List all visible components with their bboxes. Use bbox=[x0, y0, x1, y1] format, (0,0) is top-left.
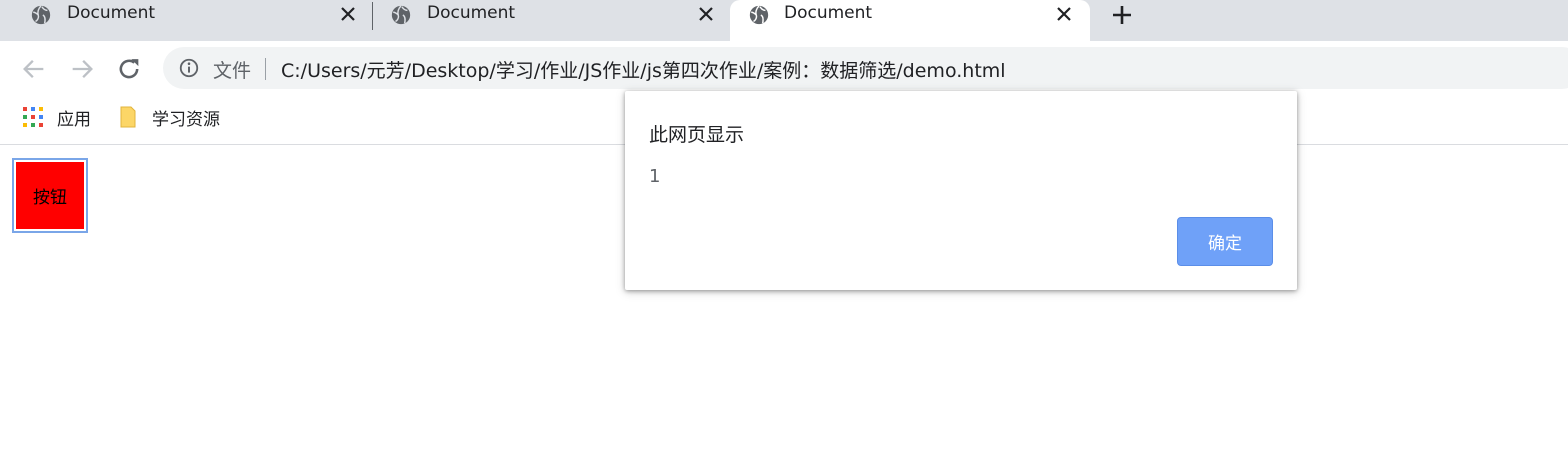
security-label: 文件 bbox=[213, 60, 252, 82]
browser-toolbar: 文件 C:/Users/元芳/Desktop/学习/作业/JS作业/js第四次作… bbox=[0, 41, 1568, 97]
url-text[interactable]: C:/Users/元芳/Desktop/学习/作业/JS作业/js第四次作业/案… bbox=[281, 56, 1006, 83]
bookmark-label: 应用 bbox=[57, 109, 91, 130]
forward-arrow-icon[interactable] bbox=[68, 55, 96, 83]
new-tab-plus-icon[interactable] bbox=[1110, 3, 1134, 27]
folder-icon bbox=[120, 106, 136, 128]
bookmark-apps[interactable]: 应用 bbox=[22, 103, 91, 131]
bookmark-label: 学习资源 bbox=[152, 109, 220, 130]
reload-icon[interactable] bbox=[115, 55, 143, 83]
omnibox-divider bbox=[265, 58, 266, 80]
alert-message: 1 bbox=[649, 166, 661, 187]
apps-grid-icon bbox=[23, 107, 43, 127]
tab-title: Document bbox=[427, 3, 516, 23]
info-icon[interactable] bbox=[178, 57, 200, 79]
tab-strip: Document Document Document bbox=[0, 0, 1568, 41]
globe-icon bbox=[391, 5, 411, 25]
tab-title: Document bbox=[784, 3, 873, 23]
tab-document-3-active[interactable]: Document bbox=[730, 0, 1090, 41]
alert-dialog: 此网页显示 1 确定 bbox=[625, 91, 1297, 290]
globe-icon bbox=[31, 5, 51, 25]
alert-title: 此网页显示 bbox=[649, 124, 745, 146]
globe-icon bbox=[749, 5, 769, 25]
bookmark-folder-study[interactable]: 学习资源 bbox=[118, 103, 220, 131]
page-button-label: 按钮 bbox=[16, 162, 84, 229]
close-icon[interactable] bbox=[696, 4, 716, 24]
address-bar[interactable]: 文件 C:/Users/元芳/Desktop/学习/作业/JS作业/js第四次作… bbox=[163, 47, 1568, 89]
tab-title: Document bbox=[67, 3, 156, 23]
tab-document-2[interactable]: Document bbox=[360, 0, 730, 31]
tab-document-1[interactable]: Document bbox=[0, 0, 370, 31]
page-red-button[interactable]: 按钮 bbox=[12, 158, 88, 233]
ok-button[interactable]: 确定 bbox=[1177, 217, 1273, 266]
back-arrow-icon[interactable] bbox=[20, 55, 48, 83]
close-icon[interactable] bbox=[338, 4, 358, 24]
close-icon[interactable] bbox=[1054, 4, 1074, 24]
